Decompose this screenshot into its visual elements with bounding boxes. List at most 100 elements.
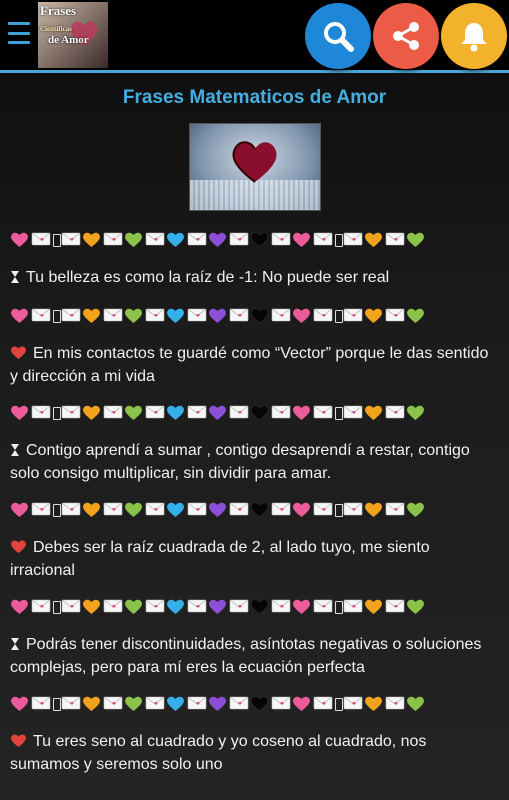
share-button[interactable] [373, 3, 439, 69]
love-letter-icon [187, 231, 208, 249]
blue-heart-icon [166, 307, 187, 325]
green-heart-icon [124, 231, 145, 249]
hourglass-icon [10, 442, 20, 463]
pink-heart-icon [10, 598, 31, 616]
black-heart-icon [250, 404, 271, 422]
love-letter-icon [271, 404, 292, 422]
love-letter-icon [343, 598, 364, 616]
hourglass-icon [10, 636, 20, 657]
pink-heart-icon [292, 598, 313, 616]
emoji-divider [10, 693, 499, 715]
hourglass-icon [334, 231, 343, 249]
love-letter-icon [313, 598, 334, 616]
app-logo: Frases Científicas de Amor [38, 2, 108, 68]
love-letter-icon [313, 307, 334, 325]
love-letter-icon [31, 231, 52, 249]
orange-heart-icon [82, 695, 103, 713]
love-letter-icon [385, 695, 406, 713]
love-letter-icon [187, 598, 208, 616]
love-letter-icon [271, 501, 292, 519]
phrase-text: Tu belleza es como la raíz de -1: No pue… [26, 269, 390, 286]
love-letter-icon [385, 598, 406, 616]
love-letter-icon [145, 695, 166, 713]
love-letter-icon [103, 231, 124, 249]
orange-heart-icon [364, 598, 385, 616]
purple-heart-icon [208, 307, 229, 325]
pink-heart-icon [292, 231, 313, 249]
phrase-text: Contigo aprendí a sumar , contigo desapr… [10, 442, 470, 482]
pink-heart-icon [292, 404, 313, 422]
orange-heart-icon [82, 598, 103, 616]
hourglass-icon [334, 501, 343, 519]
love-letter-icon [343, 307, 364, 325]
blue-heart-icon [166, 404, 187, 422]
phrase-text: Podrás tener discontinuidades, asíntotas… [10, 636, 482, 676]
green-heart-icon [124, 501, 145, 519]
pink-heart-icon [10, 404, 31, 422]
love-letter-icon [61, 404, 82, 422]
love-letter-icon [229, 598, 250, 616]
love-letter-icon [187, 307, 208, 325]
love-letter-icon [61, 231, 82, 249]
orange-heart-icon [82, 501, 103, 519]
orange-heart-icon [82, 231, 103, 249]
love-letter-icon [271, 695, 292, 713]
hourglass-icon [10, 269, 20, 290]
hourglass-icon [52, 404, 61, 422]
love-letter-icon [145, 404, 166, 422]
phrase-item: Podrás tener discontinuidades, asíntotas… [10, 634, 499, 678]
love-letter-icon [313, 501, 334, 519]
phrase-item: Tu eres seno al cuadrado y yo coseno al … [10, 731, 499, 775]
purple-heart-icon [208, 501, 229, 519]
notifications-button[interactable] [441, 3, 507, 69]
red-heart-icon [10, 345, 27, 366]
pink-heart-icon [292, 307, 313, 325]
love-letter-icon [61, 501, 82, 519]
emoji-divider [10, 499, 499, 521]
green-heart-icon [406, 501, 427, 519]
blue-heart-icon [166, 231, 187, 249]
orange-heart-icon [364, 307, 385, 325]
hourglass-icon [52, 231, 61, 249]
green-heart-icon [124, 404, 145, 422]
emoji-divider [10, 305, 499, 327]
emoji-divider [10, 402, 499, 424]
love-letter-icon [103, 598, 124, 616]
pink-heart-icon [10, 307, 31, 325]
hourglass-icon [334, 307, 343, 325]
green-heart-icon [406, 404, 427, 422]
love-letter-icon [385, 231, 406, 249]
love-letter-icon [31, 404, 52, 422]
app-bar: Frases Científicas de Amor [0, 0, 509, 73]
love-letter-icon [61, 598, 82, 616]
love-letter-icon [187, 404, 208, 422]
love-letter-icon [385, 404, 406, 422]
pink-heart-icon [292, 695, 313, 713]
hourglass-icon [52, 307, 61, 325]
heart-icon [231, 141, 277, 183]
phrase-item: Debes ser la raíz cuadrada de 2, al lado… [10, 537, 499, 581]
green-heart-icon [406, 695, 427, 713]
orange-heart-icon [364, 695, 385, 713]
orange-heart-icon [82, 307, 103, 325]
logo-text-2: Científicas [40, 25, 72, 33]
phrase-item: Tu belleza es como la raíz de -1: No pue… [10, 267, 499, 290]
main-content: Frases Matematicos de Amor Tu belleza es… [0, 87, 509, 775]
orange-heart-icon [364, 404, 385, 422]
love-letter-icon [61, 307, 82, 325]
black-heart-icon [250, 307, 271, 325]
menu-icon[interactable] [8, 22, 30, 44]
love-letter-icon [229, 307, 250, 325]
search-icon [324, 22, 354, 52]
orange-heart-icon [82, 404, 103, 422]
red-heart-icon [10, 539, 27, 560]
orange-heart-icon [364, 501, 385, 519]
love-letter-icon [31, 598, 52, 616]
love-letter-icon [271, 231, 292, 249]
love-letter-icon [187, 501, 208, 519]
pink-heart-icon [10, 501, 31, 519]
phrase-item: En mis contactos te guardé como “Vector”… [10, 343, 499, 387]
search-button[interactable] [305, 3, 371, 69]
love-letter-icon [187, 695, 208, 713]
love-letter-icon [271, 598, 292, 616]
